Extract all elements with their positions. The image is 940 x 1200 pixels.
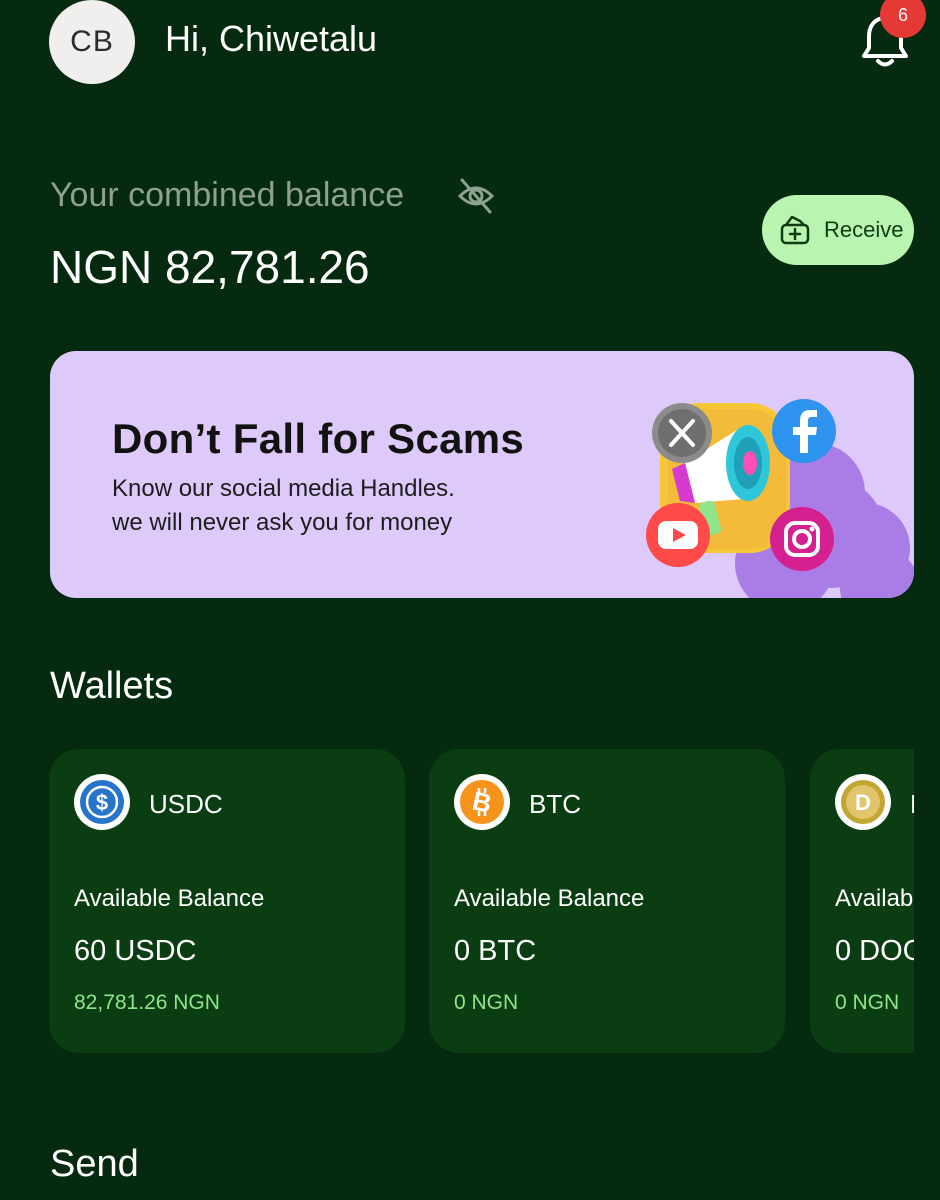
eye-off-icon[interactable] bbox=[456, 176, 496, 216]
available-balance-amount: 0 DOGE bbox=[835, 935, 914, 967]
balance-value: NGN 82,781.26 bbox=[50, 241, 370, 293]
x-icon bbox=[652, 403, 712, 463]
instagram-icon bbox=[770, 507, 834, 571]
receive-button[interactable]: Receive bbox=[762, 195, 914, 265]
banner-title: Don’t Fall for Scams bbox=[112, 415, 525, 462]
receive-icon bbox=[780, 215, 810, 245]
wallet-card-usdc[interactable]: $ USDC Available Balance 60 USDC 82,781.… bbox=[49, 749, 405, 1053]
receive-label: Receive bbox=[824, 217, 904, 242]
available-balance-label: Available Balance bbox=[74, 885, 265, 912]
available-balance-label: Available Balance bbox=[835, 885, 914, 912]
wallet-name: D bbox=[910, 789, 914, 820]
banner-line-2: we will never ask you for money bbox=[112, 509, 453, 536]
banner-line-1: Know our social media Handles. bbox=[112, 475, 455, 502]
wallets-carousel[interactable]: $ USDC Available Balance 60 USDC 82,781.… bbox=[49, 749, 914, 1054]
available-balance-fiat: 0 NGN bbox=[835, 991, 900, 1014]
available-balance-label: Available Balance bbox=[454, 885, 645, 912]
available-balance-fiat: 82,781.26 NGN bbox=[74, 991, 220, 1014]
wallets-title: Wallets bbox=[50, 665, 174, 707]
svg-text:B: B bbox=[470, 785, 495, 818]
available-balance-amount: 60 USDC bbox=[74, 935, 197, 967]
svg-text:$: $ bbox=[96, 790, 108, 815]
svg-text:D: D bbox=[855, 790, 871, 815]
facebook-icon bbox=[772, 399, 836, 463]
balance-label: Your combined balance bbox=[50, 176, 405, 214]
usdc-coin-icon: $ bbox=[74, 774, 130, 830]
wallet-name: BTC bbox=[529, 789, 581, 819]
youtube-icon bbox=[646, 503, 710, 567]
wallet-card-doge[interactable]: D D Available Balance 0 DOGE 0 NGN bbox=[810, 749, 914, 1053]
social-media-illustration bbox=[646, 399, 914, 598]
notification-badge: 6 bbox=[880, 0, 926, 38]
available-balance-fiat: 0 NGN bbox=[454, 991, 519, 1014]
wallet-card-btc[interactable]: B BTC Available Balance 0 BTC 0 NGN bbox=[429, 749, 785, 1053]
wallet-name: USDC bbox=[149, 789, 223, 819]
greeting-text: Hi, Chiwetalu bbox=[165, 18, 378, 59]
send-title: Send bbox=[50, 1143, 139, 1185]
avatar[interactable]: CB bbox=[49, 0, 135, 84]
dogecoin-coin-icon: D bbox=[835, 774, 891, 830]
bitcoin-coin-icon: B bbox=[454, 774, 510, 830]
available-balance-amount: 0 BTC bbox=[454, 935, 537, 967]
scam-warning-banner[interactable]: Don’t Fall for Scams Know our social med… bbox=[50, 351, 914, 598]
